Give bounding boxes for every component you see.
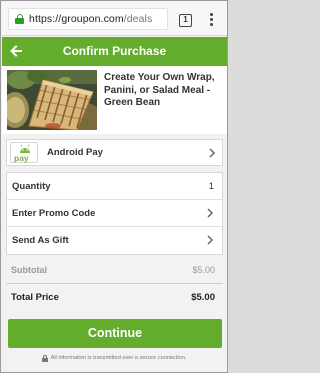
subtotal-label: Subtotal (11, 265, 47, 275)
chevron-right-icon (207, 208, 214, 218)
url-bar[interactable]: https://groupon.com/deals (8, 8, 168, 30)
quantity-value: 1 (208, 181, 214, 192)
lock-icon (15, 14, 24, 24)
total-price-label: Total Price (11, 292, 59, 303)
secure-notice: All information is transmitted over a se… (1, 353, 227, 363)
url-host: https://groupon.com (29, 13, 124, 25)
product-image (7, 70, 97, 130)
quantity-label: Quantity (12, 181, 51, 192)
payment-method-label: Android Pay (47, 147, 103, 158)
tabs-icon[interactable]: 1 (179, 14, 192, 27)
chevron-right-icon (207, 235, 214, 245)
secure-notice-text: All information is transmitted over a se… (50, 355, 187, 361)
totals-divider (6, 283, 223, 284)
send-as-gift-row[interactable]: Send As Gift (7, 227, 222, 254)
phone-frame: https://groupon.com/deals 1 Confirm Purc… (0, 0, 228, 373)
continue-button[interactable]: Continue (8, 319, 222, 348)
lock-icon (41, 354, 48, 362)
subtotal-value: $5.00 (192, 265, 215, 275)
url-text: https://groupon.com/deals (29, 13, 152, 25)
payment-method-row[interactable]: pay Android Pay (6, 139, 223, 166)
total-price-value: $5.00 (191, 292, 215, 303)
order-options-list: Quantity 1 Enter Promo Code Send As Gift (6, 172, 223, 255)
product-title: Create Your Own Wrap, Panini, or Salad M… (104, 72, 215, 108)
pay-logo-text: pay (14, 153, 29, 163)
back-arrow-icon[interactable] (10, 45, 22, 57)
page-title: Confirm Purchase (62, 44, 167, 58)
promo-code-label: Enter Promo Code (12, 208, 96, 219)
promo-code-row[interactable]: Enter Promo Code (7, 200, 222, 227)
url-path: /deals (123, 13, 153, 25)
send-as-gift-label: Send As Gift (12, 235, 69, 246)
quantity-row[interactable]: Quantity 1 (7, 173, 222, 200)
page-header: Confirm Purchase (2, 37, 227, 66)
browser-bar: https://groupon.com/deals 1 (2, 2, 227, 36)
chevron-right-icon (209, 148, 216, 158)
product-card: Create Your Own Wrap, Panini, or Salad M… (2, 66, 227, 134)
android-pay-icon: pay (10, 142, 38, 163)
overflow-menu-icon[interactable] (208, 13, 214, 29)
